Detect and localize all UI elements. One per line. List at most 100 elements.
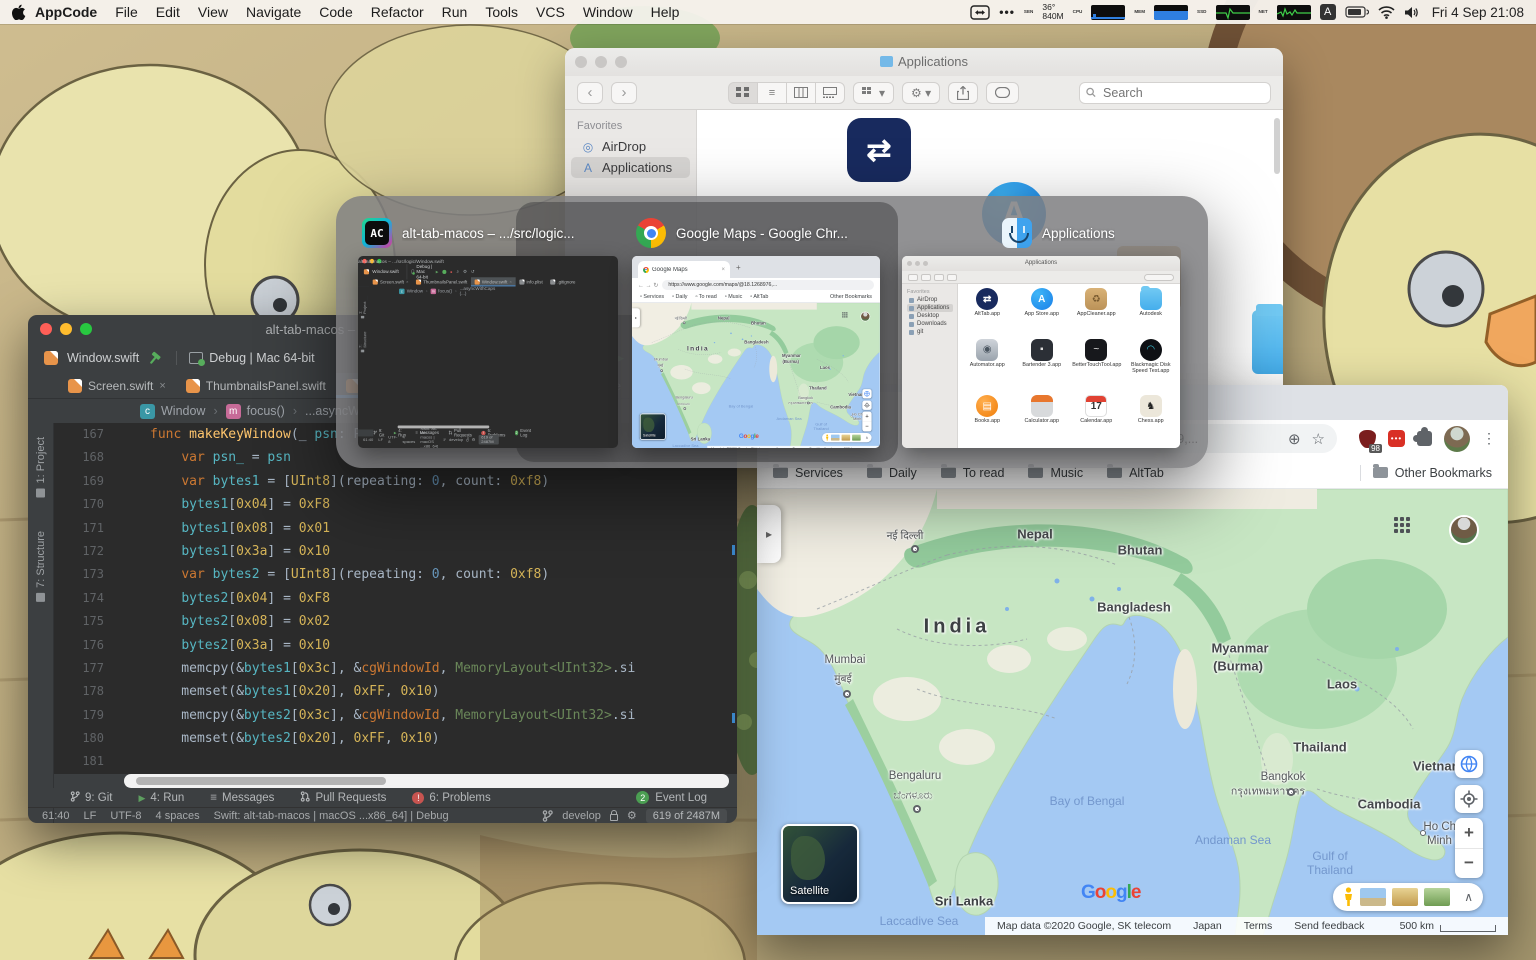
collapse-chevron-icon[interactable]: ∧ — [865, 435, 868, 440]
mini-app-bartender-3-app[interactable]: ▪ Bartender 3.app — [1015, 338, 1070, 394]
sidebar-item-applications[interactable]: A Applications — [571, 157, 690, 178]
other-bookmarks[interactable]: Other Bookmarks — [1372, 464, 1492, 480]
breadcrumb-focus[interactable]: m focus() — [430, 288, 452, 294]
mini-sidebar-downloads[interactable]: Downloads — [907, 320, 953, 328]
mini-sidebar-git[interactable]: git — [907, 328, 953, 336]
menu-view[interactable]: View — [189, 4, 237, 20]
mini-app-automator-app[interactable]: ◉ Automator.app — [960, 338, 1015, 394]
net-graph[interactable] — [1276, 4, 1311, 20]
mini-app-books-app[interactable]: ▤ Books.app — [960, 395, 1015, 444]
zoom-out-button[interactable]: − — [1455, 849, 1483, 879]
lock-icon[interactable] — [466, 437, 470, 442]
build-target[interactable]: Swift: alt-tab-macos | macOS ...x86_64] … — [214, 810, 449, 822]
chrome-menu-kebab-icon[interactable]: ⋮ — [1482, 430, 1496, 447]
mini-app-bettertouchtool-app[interactable]: ~ BetterTouchTool.app — [1069, 338, 1124, 394]
toolwindow-event-log[interactable]: 2 Event Log — [636, 791, 707, 804]
add-shortcut-icon[interactable]: ⊕ — [1288, 430, 1301, 448]
imagery-thumb-1[interactable] — [1360, 888, 1386, 906]
menu-edit[interactable]: Edit — [147, 4, 189, 20]
zoom-in-button[interactable]: + — [862, 412, 872, 422]
editor-horizontal-scrollbar[interactable] — [124, 774, 729, 788]
menu-navigate[interactable]: Navigate — [237, 4, 310, 20]
share-button[interactable] — [948, 81, 979, 104]
google-map[interactable]: नई दिल्ली Nepal Bhutan Bangladesh India Mumba… — [757, 489, 1508, 935]
apple-menu-icon[interactable] — [12, 4, 26, 20]
sidebar-item-airdrop[interactable]: ◎ AirDrop — [571, 136, 690, 157]
search-input[interactable] — [1101, 84, 1264, 101]
menu-tools[interactable]: Tools — [476, 4, 527, 20]
toolwindow-pull-requests[interactable]: Pull Requests — [300, 790, 386, 805]
debug-icon[interactable] — [442, 269, 447, 274]
indent-style[interactable]: 4 spaces — [403, 435, 416, 444]
toolwindow-9-git[interactable]: 9: Git — [373, 429, 384, 437]
menu-code[interactable]: Code — [310, 4, 361, 20]
tab-thumbnailspanel-swift[interactable]: ThumbnailsPanel.swift — [412, 277, 471, 286]
group-menu-button[interactable]: ▾ — [853, 81, 895, 104]
toolwindow-4-run[interactable]: ▶ 4: Run — [138, 792, 184, 804]
tab-close-icon[interactable]: × — [159, 380, 165, 392]
alt-tab-thumbnail-chrome[interactable]: Google Maps × + ← → ↻ https://www.google.… — [632, 256, 880, 448]
google-account-avatar[interactable] — [1449, 515, 1479, 545]
tab-window-swift[interactable]: Window.swift× — [470, 277, 516, 287]
my-location-button[interactable] — [862, 400, 872, 410]
menu-bar-clock[interactable]: Fri 4 Sep 21:08 — [1432, 5, 1524, 20]
toolwindow-messages[interactable]: ≡ Messages — [210, 792, 274, 804]
keyboard-layout-icon[interactable]: A — [1319, 4, 1336, 20]
collapse-chevron-icon[interactable]: ∧ — [1464, 890, 1473, 904]
tab-screen-swift[interactable]: Screen.swift × — [369, 277, 412, 286]
battery-icon[interactable] — [1345, 6, 1369, 18]
footer-link-japan[interactable]: Japan — [1193, 920, 1222, 932]
zoom-in-button[interactable]: + — [1455, 818, 1483, 849]
current-file-label[interactable]: Window.swift — [67, 351, 139, 365]
google-map[interactable]: नई दिल्ली Nepal Bhutan Bangladesh India Mumba… — [632, 303, 880, 448]
satellite-toggle[interactable]: Satellite — [639, 413, 666, 440]
mini-app-calendar-app[interactable]: 17 Calendar.app — [1069, 395, 1124, 444]
pegman-icon[interactable] — [1343, 887, 1354, 907]
profile-avatar[interactable] — [1444, 425, 1470, 452]
lock-icon[interactable] — [609, 809, 618, 821]
map-side-panel-toggle[interactable]: ▸ — [632, 308, 640, 328]
password-extension-icon[interactable]: ••• — [1388, 430, 1405, 447]
tool-stripe-1-project[interactable]: 1: Project — [358, 301, 367, 319]
volume-icon[interactable] — [1404, 6, 1419, 19]
line-separator[interactable]: LF — [378, 437, 383, 441]
current-file-label[interactable]: Window.swift — [372, 269, 398, 274]
zoom-out-button[interactable]: − — [862, 422, 871, 432]
mini-sidebar-applications[interactable]: Applications — [907, 304, 953, 312]
footer-link-terms[interactable]: Terms — [1244, 920, 1273, 932]
imagery-thumb-2[interactable] — [841, 434, 851, 441]
undo-icon[interactable]: ↺ — [471, 269, 475, 274]
menu-vcs[interactable]: VCS — [527, 4, 574, 20]
alt-tab-thumbnail-appcode[interactable]: alt-tab-macos – .../src/logic/Window.swi… — [358, 256, 618, 448]
wifi-icon[interactable] — [1378, 5, 1395, 19]
map-globe-button[interactable] — [1455, 750, 1483, 778]
menu-appcode[interactable]: AppCode — [26, 4, 106, 20]
breadcrumb-window[interactable]: c Window — [140, 403, 205, 419]
forward-button[interactable]: › — [611, 81, 637, 104]
settings-icon[interactable]: ⚙ — [463, 269, 467, 274]
code-editor[interactable]: 167func makeKeyWindow(_ psn: ProcessSeri… — [54, 423, 737, 774]
mini-sidebar-airdrop[interactable]: AirDrop — [907, 296, 953, 304]
run-configuration[interactable]: Debug | Mac 64-bit — [176, 351, 315, 366]
adblock-extension-icon[interactable]: 98 — [1359, 429, 1382, 453]
footer-link-japan[interactable]: Japan — [776, 447, 785, 448]
search-field[interactable] — [1079, 81, 1271, 104]
imagery-thumb-3[interactable] — [1424, 888, 1450, 906]
memory-indicator[interactable]: 619 of 2487M — [645, 808, 727, 823]
menu-refactor[interactable]: Refactor — [362, 4, 433, 20]
extensions-puzzle-icon[interactable] — [1413, 427, 1432, 446]
toolwindow-6-problems[interactable]: ! 6: Problems — [412, 791, 491, 804]
mini-app-autodesk[interactable]: Autodesk — [1124, 286, 1179, 337]
mini-sidebar-desktop[interactable]: Desktop — [907, 312, 953, 320]
sensor-widget[interactable]: 36° 840M — [1042, 2, 1063, 22]
finder-titlebar[interactable]: Applications — [565, 48, 1283, 76]
pegman-icon[interactable] — [825, 434, 829, 441]
list-view-button[interactable]: ≡ — [757, 81, 787, 104]
tab-info-plist[interactable]: info.plist — [516, 277, 547, 286]
file-encoding[interactable]: UTF-8 — [110, 810, 141, 822]
alttab-app-icon[interactable]: ⇄ — [842, 116, 914, 186]
tool-stripe-7-structure[interactable]: 7: Structure — [358, 331, 367, 353]
run-icon[interactable]: ▶ — [436, 270, 439, 274]
map-side-panel-toggle[interactable]: ▸ — [757, 505, 781, 563]
map-globe-button[interactable] — [862, 389, 872, 399]
